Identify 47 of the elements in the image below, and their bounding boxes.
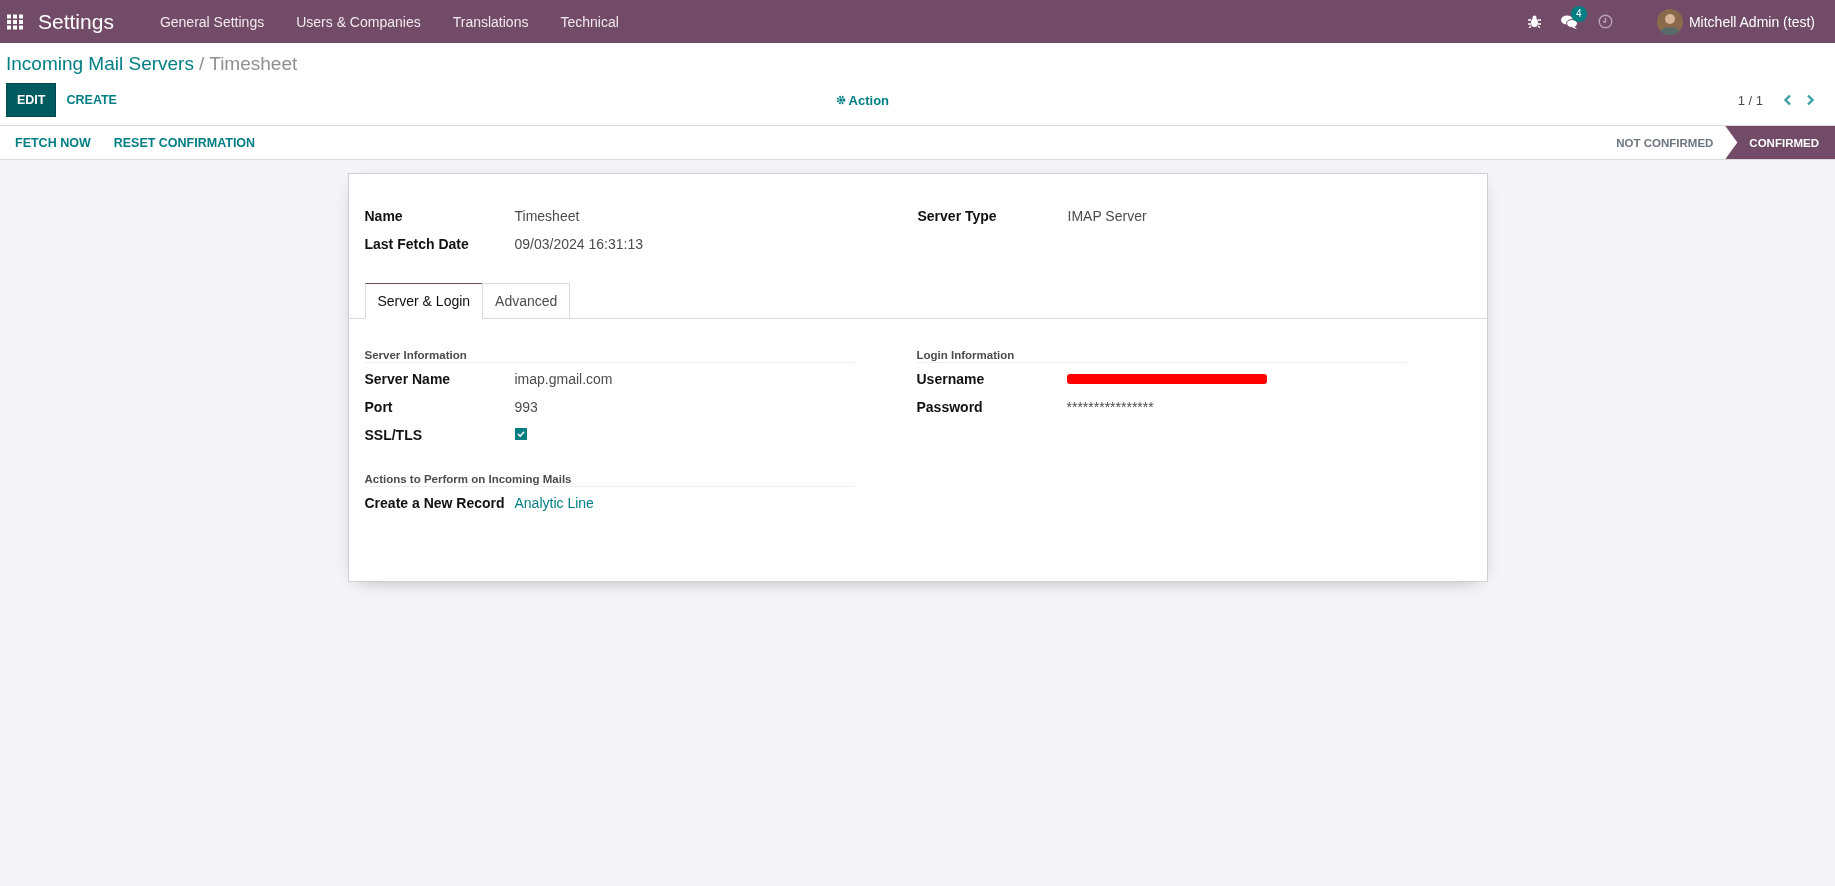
record-link[interactable]: Analytic Line [514,495,594,511]
avatar-icon [1656,8,1683,35]
menu-item[interactable]: Translations [436,13,545,30]
checkbox[interactable] [514,428,527,440]
field-label: Name [364,208,404,224]
app-title: Settings [38,9,114,34]
form-tab[interactable]: Advanced [482,283,571,319]
field-value: 993 [514,399,538,415]
field-label: Username [916,371,986,387]
field-value: imap.gmail.com [514,371,613,387]
gear-icon [835,95,846,105]
field-label: Last Fetch Date [364,236,470,252]
group-title: Actions to Perform on Incoming Mails [364,473,855,487]
breadcrumb-current: Timesheet [209,53,298,75]
apps-icon[interactable] [6,13,24,30]
create-button[interactable]: CREATE [56,84,127,116]
breadcrumb-link[interactable]: Incoming Mail Servers [6,53,194,75]
field-value: 09/03/2024 16:31:13 [514,236,643,252]
bug-icon[interactable] [1527,15,1541,28]
status-action-button[interactable]: RESET CONFIRMATION [98,126,264,159]
menu-item[interactable]: Users & Companies [280,13,437,30]
menu-item[interactable]: Technical [544,13,635,30]
form-tab[interactable]: Server & Login [364,283,484,319]
field-value: Timesheet [514,208,580,224]
field-label: Create a New Record [364,495,506,511]
status-stage[interactable]: CONFIRMED [1725,126,1835,159]
menu-item[interactable]: General Settings [143,13,281,30]
field-label: Server Name [364,371,452,387]
field-value: **************** [1066,399,1154,415]
field-label: SSL/TLS [364,427,424,443]
field-label: Server Type [917,208,998,224]
breadcrumb-separator: / [198,53,205,75]
action-menu[interactable]: Action [829,91,896,109]
clock-icon[interactable] [1597,14,1613,29]
group-title: Server Information [364,349,855,363]
edit-button[interactable]: EDIT [6,83,57,117]
status-stage[interactable]: NOT CONFIRMED [1596,126,1726,159]
user-menu[interactable]: Mitchell Admin (test) [1650,7,1821,36]
field-value: IMAP Server [1067,208,1147,224]
next-icon[interactable] [1806,94,1815,106]
status-action-button[interactable]: FETCH NOW [0,126,99,159]
message-count-badge: 4 [1570,5,1587,22]
field-label: Port [364,399,394,415]
field-label: Password [916,399,984,415]
pager-counter: 1 / 1 [1737,92,1763,108]
previous-icon[interactable] [1783,94,1792,106]
group-title: Login Information [916,349,1407,363]
